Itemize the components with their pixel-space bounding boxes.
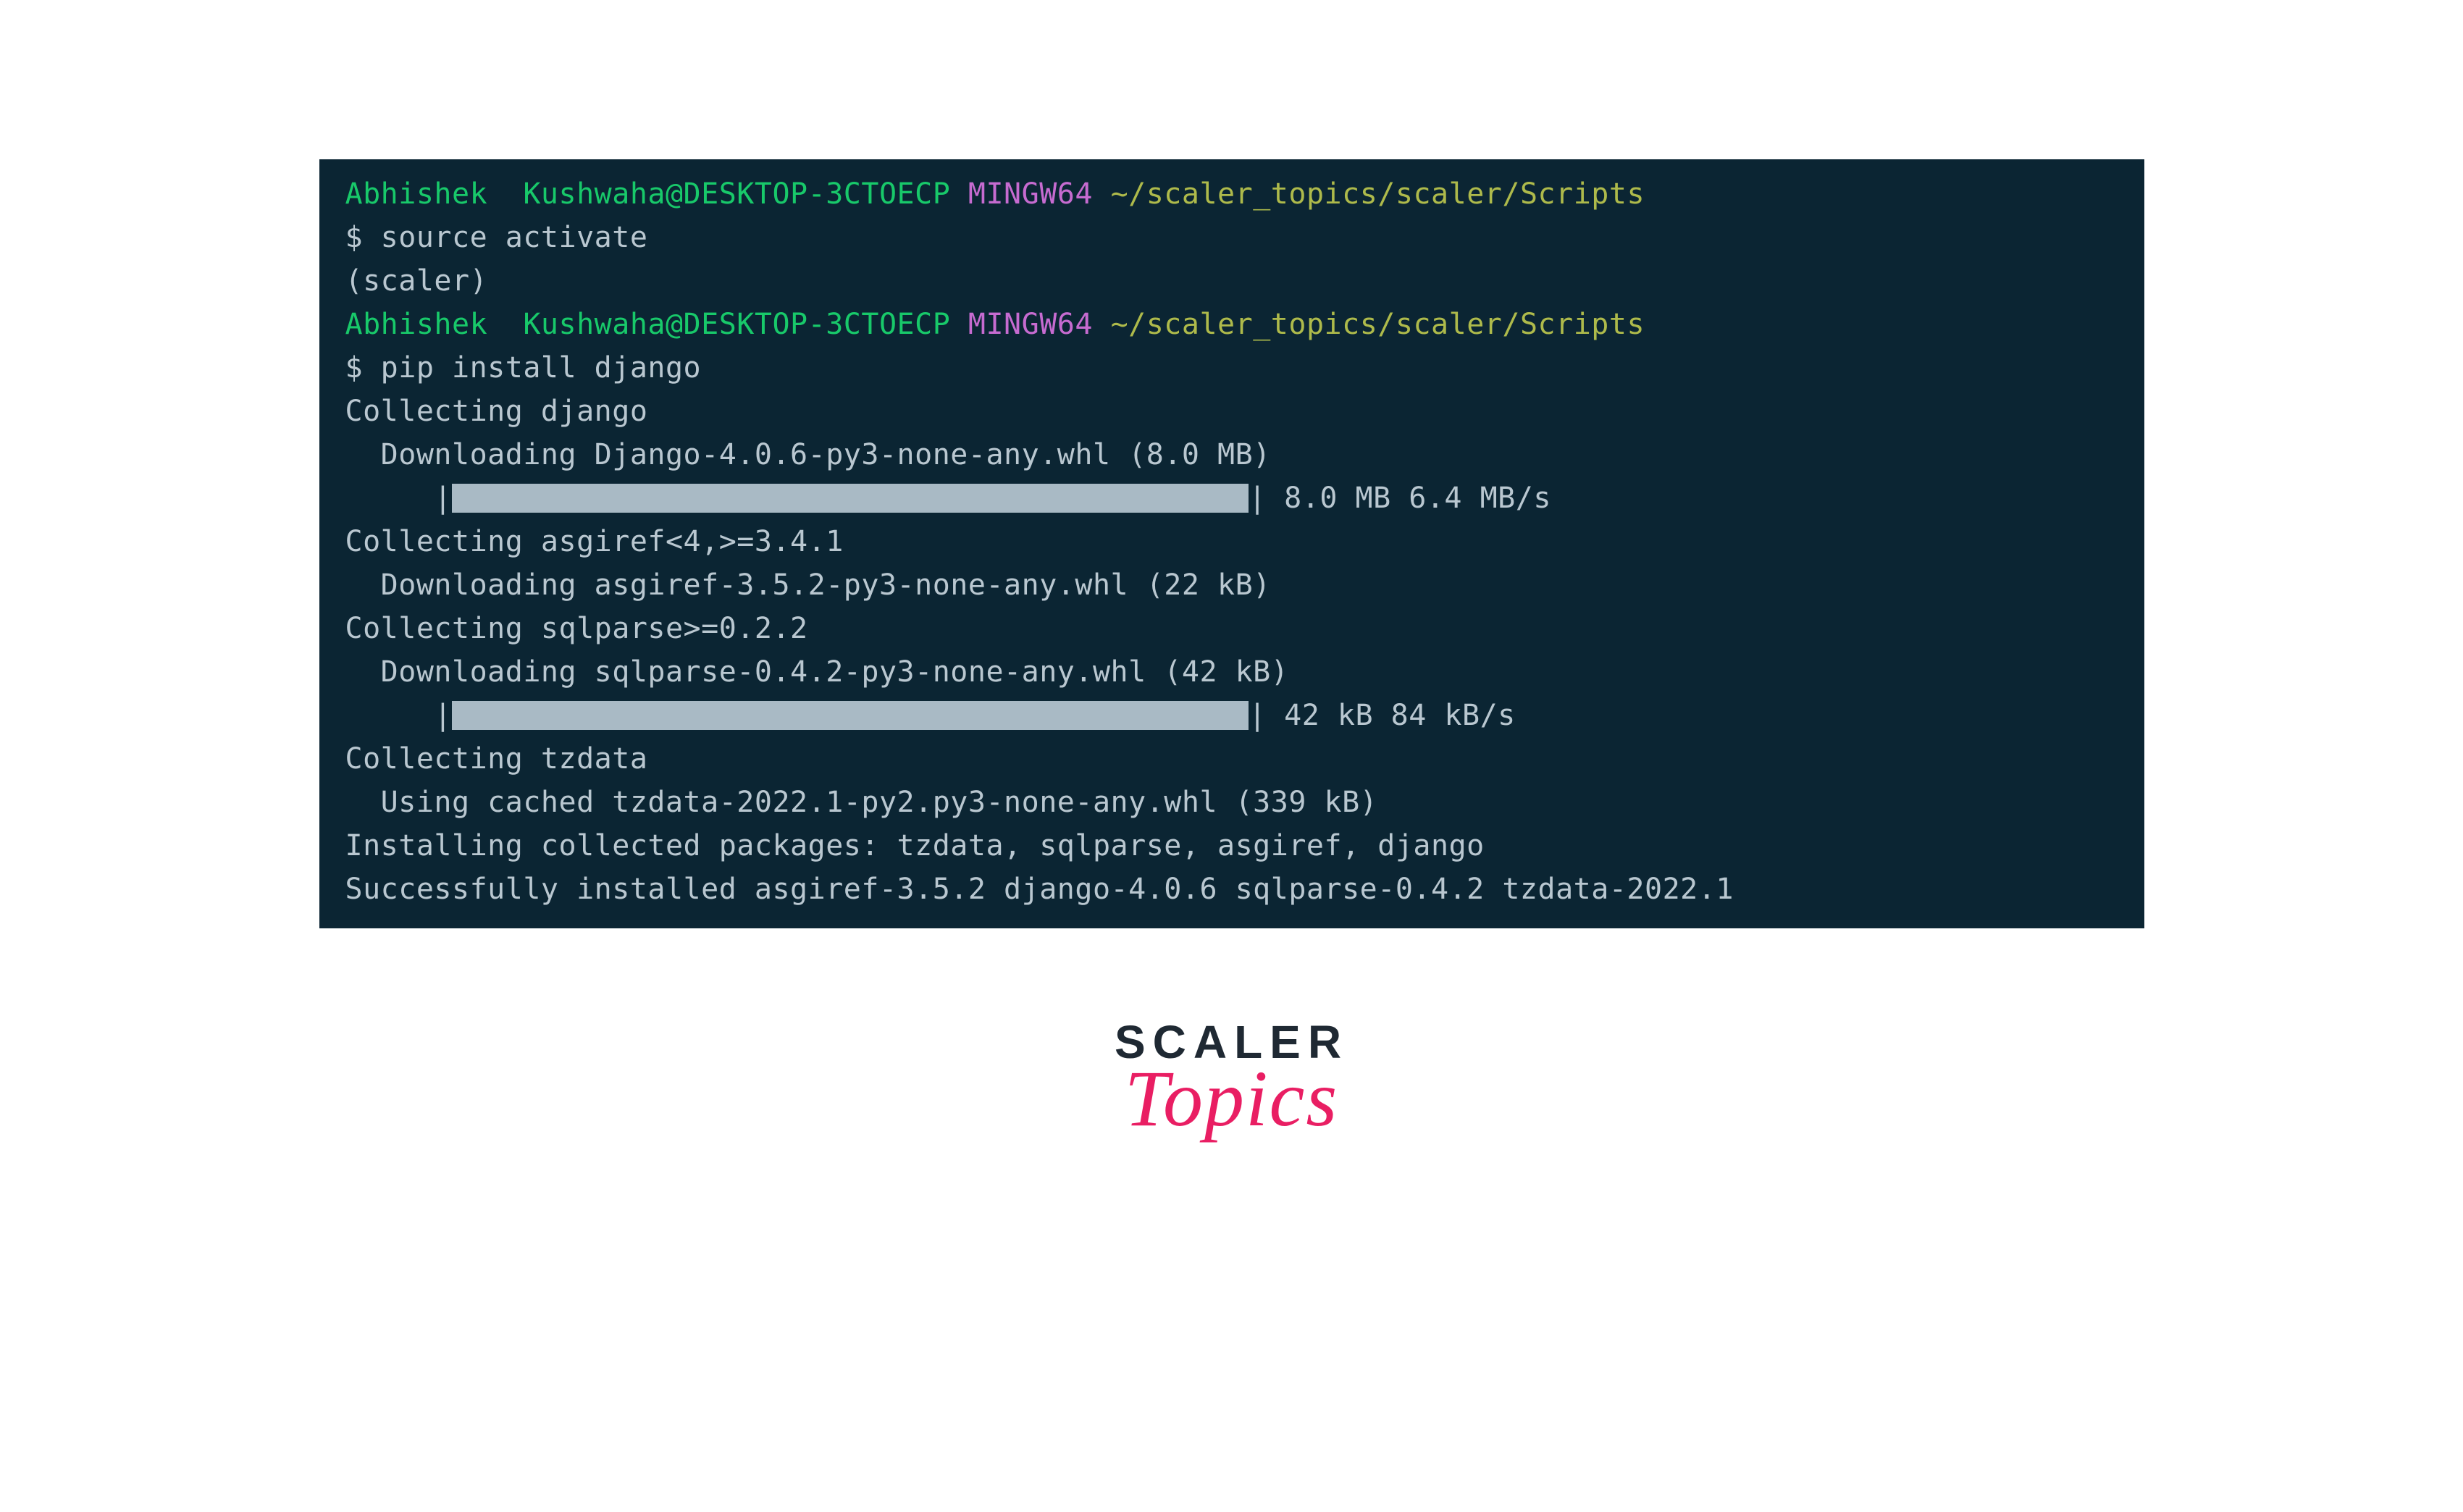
command-line: $ pip install django [345,351,702,385]
command-line: $ source activate [345,221,648,254]
prompt-user: Abhishek Kushwaha@DESKTOP-3CTOECP [345,308,951,341]
output-line: Collecting tzdata [345,742,648,776]
output-line: Downloading Django-4.0.6-py3-none-any.wh… [345,438,1271,471]
output-line: Collecting asgiref<4,>=3.4.1 [345,525,844,558]
prompt-user: Abhishek Kushwaha@DESKTOP-3CTOECP [345,177,951,211]
output-line: Collecting sqlparse>=0.2.2 [345,612,808,645]
terminal-window: Abhishek Kushwaha@DESKTOP-3CTOECP MINGW6… [319,159,2144,928]
venv-indicator: (scaler) [345,264,488,298]
terminal-output[interactable]: Abhishek Kushwaha@DESKTOP-3CTOECP MINGW6… [319,159,2144,928]
output-line: Downloading sqlparse-0.4.2-py3-none-any.… [345,655,1289,689]
progress-suffix: | 42 kB 84 kB/s [1249,699,1516,732]
progress-bar [452,701,1249,730]
brand-subtitle: Topics [1115,1053,1348,1145]
prompt-path: ~/scaler_topics/scaler/Scripts [1111,308,1645,341]
progress-prefix: | [345,699,453,732]
prompt-shell: MINGW64 [968,177,1093,211]
progress-bar [452,484,1249,513]
prompt-shell: MINGW64 [968,308,1093,341]
output-line: Successfully installed asgiref-3.5.2 dja… [345,873,1734,906]
output-line: Installing collected packages: tzdata, s… [345,829,1485,862]
output-line: Downloading asgiref-3.5.2-py3-none-any.w… [345,568,1271,602]
output-line: Collecting django [345,395,648,428]
progress-suffix: | 8.0 MB 6.4 MB/s [1249,482,1551,515]
output-line: Using cached tzdata-2022.1-py2.py3-none-… [345,786,1378,819]
progress-prefix: | [345,482,453,515]
prompt-path: ~/scaler_topics/scaler/Scripts [1111,177,1645,211]
brand-logo: SCALER Topics [1115,1015,1348,1145]
